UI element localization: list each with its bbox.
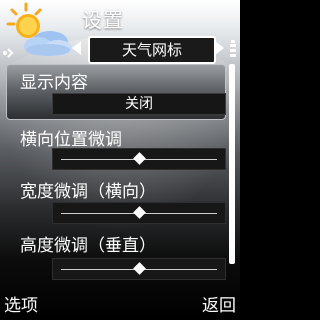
page-title: 设置 xyxy=(82,8,124,32)
height-adjust-slider[interactable] xyxy=(52,258,226,280)
battery-icon xyxy=(230,40,236,60)
back-softkey[interactable]: 返回 xyxy=(202,291,236,316)
horizontal-adjust-slider[interactable] xyxy=(52,148,226,170)
options-softkey[interactable]: 选项 xyxy=(4,291,38,316)
slider-thumb[interactable] xyxy=(132,206,146,219)
slider-thumb[interactable] xyxy=(132,262,146,275)
scrollbar[interactable] xyxy=(229,64,235,284)
height-adjust-label: 高度微调（垂直） xyxy=(20,236,156,256)
display-content-label: 显示内容 xyxy=(20,73,88,93)
tab-right-arrow-icon[interactable] xyxy=(215,41,224,55)
weather-icon xyxy=(6,2,76,58)
display-content-value[interactable]: 关闭 xyxy=(52,93,226,115)
slider-thumb[interactable] xyxy=(132,152,146,165)
signal-icon xyxy=(2,44,14,58)
tab-bar: 天气网标 xyxy=(72,36,240,64)
width-adjust-label: 宽度微调（横向） xyxy=(20,182,156,202)
screen: 设置 天气网标 显示内容 关闭 横向位置微调 宽度微调（横向） 高度微调（垂直）… xyxy=(0,0,240,320)
horizontal-adjust-label: 横向位置微调 xyxy=(20,130,122,150)
scrollbar-thumb[interactable] xyxy=(229,64,235,264)
tab-left-arrow-icon[interactable] xyxy=(72,41,81,55)
width-adjust-slider[interactable] xyxy=(52,202,226,224)
settings-list: 显示内容 关闭 横向位置微调 宽度微调（横向） 高度微调（垂直） xyxy=(0,62,240,290)
tab-weather-logo[interactable]: 天气网标 xyxy=(88,36,216,64)
